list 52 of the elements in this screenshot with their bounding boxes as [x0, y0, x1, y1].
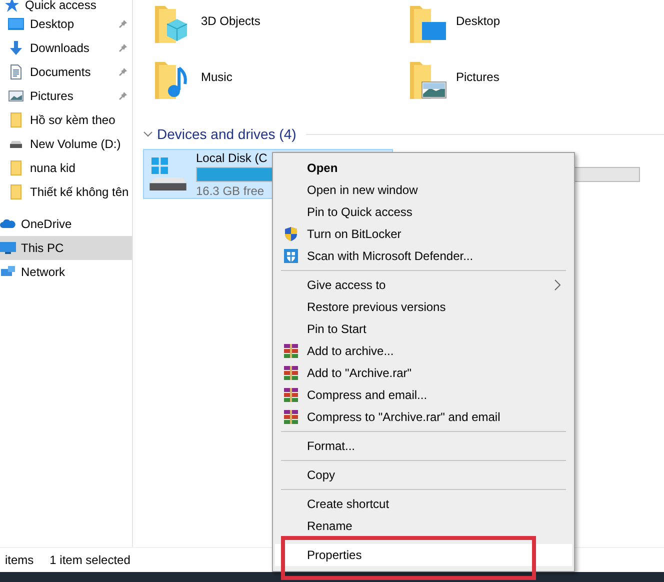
- menu-item[interactable]: Format...: [275, 435, 572, 457]
- menu-item[interactable]: Properties: [275, 544, 572, 566]
- menu-item[interactable]: Compress to "Archive.rar" and email: [275, 406, 572, 428]
- folder-item[interactable]: Pictures: [406, 58, 606, 114]
- sidebar-item[interactable]: Downloads: [0, 36, 132, 60]
- download-arrow-icon: [8, 40, 24, 56]
- books-stack-icon: [283, 387, 299, 403]
- document-icon: [8, 64, 24, 80]
- shield-icon: [283, 226, 299, 242]
- sidebar-item[interactable]: Hồ sơ kèm theo: [0, 108, 132, 132]
- selection-status: 1 item selected: [50, 553, 130, 567]
- picture-icon: [8, 88, 24, 104]
- chevron-icon[interactable]: [143, 129, 153, 139]
- drive-name: Local Disk (C: [196, 150, 268, 164]
- sidebar-item[interactable]: Pictures: [0, 84, 132, 108]
- menu-item[interactable]: Add to archive...: [275, 340, 572, 362]
- menu-item[interactable]: Pin to Quick access: [275, 201, 572, 223]
- menu-item[interactable]: Add to "Archive.rar": [275, 362, 572, 384]
- sidebar-item[interactable]: New Volume (D:): [0, 132, 132, 156]
- sidebar-item[interactable]: Documents: [0, 60, 132, 84]
- folder-icon: [8, 184, 24, 200]
- folder-item[interactable]: Desktop: [406, 2, 606, 58]
- folder-icon: [8, 112, 24, 128]
- menu-item[interactable]: Rename: [275, 515, 572, 537]
- group-heading: Devices and drives (4): [157, 126, 296, 142]
- sidebar-item[interactable]: OneDrive: [0, 212, 132, 236]
- desktop-icon: [8, 16, 24, 32]
- menu-item[interactable]: Pin to Start: [275, 318, 572, 340]
- free-space-text: 16.3 GB free: [196, 184, 264, 198]
- folder-item[interactable]: 3D Objects: [151, 2, 406, 58]
- sidebar-item[interactable]: Network: [0, 260, 132, 284]
- computer-icon: [0, 240, 16, 256]
- sidebar-item[interactable]: Thiết kế không tên: [0, 180, 132, 204]
- menu-item[interactable]: Give access to: [275, 274, 572, 296]
- menu-item[interactable]: Restore previous versions: [275, 296, 572, 318]
- quick-access-label: Quick access: [25, 0, 96, 12]
- shield-icon: [283, 248, 299, 264]
- sidebar-item[interactable]: nuna kid: [0, 156, 132, 180]
- folder-icon: [8, 160, 24, 176]
- sidebar-item[interactable]: This PC: [0, 236, 132, 260]
- folder-item[interactable]: Music: [151, 58, 406, 114]
- menu-item[interactable]: Compress and email...: [275, 384, 572, 406]
- star-icon: [4, 0, 20, 13]
- books-stack-icon: [283, 343, 299, 359]
- menu-item[interactable]: Copy: [275, 464, 572, 486]
- menu-item[interactable]: Turn on BitLocker: [275, 223, 572, 245]
- menu-item[interactable]: Scan with Microsoft Defender...: [275, 245, 572, 267]
- books-stack-icon: [283, 365, 299, 381]
- books-stack-icon: [283, 409, 299, 425]
- item-count: items: [5, 553, 34, 567]
- menu-item[interactable]: Create shortcut: [275, 493, 572, 515]
- sidebar-item[interactable]: Desktop: [0, 12, 132, 36]
